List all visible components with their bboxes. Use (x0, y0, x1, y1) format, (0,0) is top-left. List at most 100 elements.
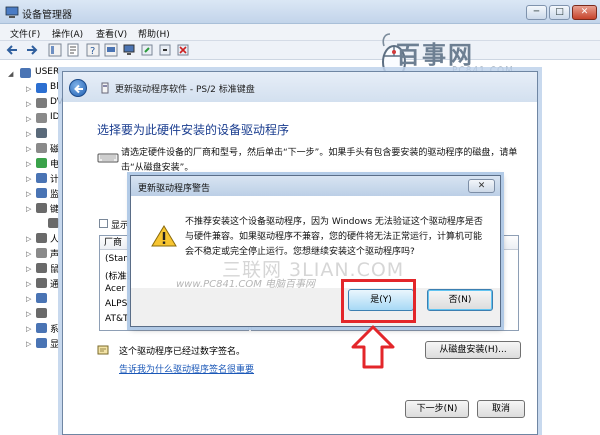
forward-arrow-icon[interactable] (24, 43, 38, 57)
sound-icon (36, 248, 47, 258)
tree-item-label: 监 (50, 190, 60, 200)
usb-icon (36, 278, 47, 288)
tree-item-label: 电 (50, 160, 60, 170)
expand-icon[interactable]: ▷ (26, 190, 31, 198)
warning-icon (151, 225, 177, 247)
expand-icon[interactable]: ▷ (26, 175, 31, 183)
manufacturer-item[interactable]: AT&T (105, 314, 128, 324)
wizard-header: 更新驱动程序软件 - PS/2 标准键盘 (63, 72, 537, 102)
disk-drive-icon (36, 143, 47, 153)
tree-item-label: 显 (50, 340, 60, 350)
battery-icon (36, 158, 47, 168)
expand-icon[interactable]: ▷ (26, 85, 31, 93)
wizard-instruction: 请选定硬件设备的厂商和型号，然后单击“下一步”。如果手头有包含要安装的驱动程序的… (121, 148, 518, 173)
expand-icon[interactable]: ▷ (26, 205, 31, 213)
mouse-icon (36, 263, 47, 273)
tree-view-icon[interactable] (48, 43, 62, 57)
system-device-icon (36, 323, 47, 333)
expand-icon[interactable]: ▷ (26, 145, 31, 153)
svg-text:?: ? (90, 46, 95, 57)
expand-icon[interactable]: ▷ (26, 265, 31, 273)
tree-item-label: 通 (50, 280, 60, 290)
tree-item-label: DV (50, 97, 63, 107)
display-adapter-icon (36, 338, 47, 348)
menu-bar: 文件(F) 操作(A) 查看(V) 帮助(H) (0, 24, 600, 41)
manufacturer-item[interactable]: Acer (105, 284, 125, 294)
highlight-box (341, 279, 416, 323)
watermark-brand: 百事网 (396, 40, 474, 69)
wizard-title: 更新驱动程序软件 - PS/2 标准键盘 (115, 85, 255, 95)
dvd-drive-icon (36, 98, 47, 108)
toolbar: ? (0, 41, 600, 60)
dialog-close-button[interactable]: ✕ (468, 179, 495, 193)
tree-item-label: 键 (50, 205, 60, 215)
why-signing-important-link[interactable]: 告诉我为什么驱动程序签名很重要 (119, 362, 254, 375)
keyboard-icon (36, 203, 47, 213)
scan-hardware-icon[interactable] (104, 43, 118, 57)
device-icon (101, 82, 109, 94)
tree-item-label: 声 (50, 250, 60, 260)
dialog-message: 不推荐安装这个设备驱动程序，因为 Windows 无法验证这个驱动程序是否与硬件… (185, 217, 483, 257)
no-button[interactable]: 否(N) (427, 289, 493, 311)
tree-item-label: 磁 (50, 145, 60, 155)
signed-driver-text: 这个驱动程序已经过数字签名。 (119, 347, 246, 357)
device-manager-title: 设备管理器 (22, 10, 72, 21)
uninstall-device-icon[interactable] (176, 43, 190, 57)
hid-icon (36, 233, 47, 243)
menu-file[interactable]: 文件(F) (10, 27, 40, 40)
menu-view[interactable]: 查看(V) (96, 27, 127, 40)
monitor-icon (36, 188, 47, 198)
driver-warning-dialog: 更新驱动程序警告 ✕ 不推荐安装这个设备驱动程序，因为 Windows 无法验证… (130, 175, 501, 327)
help-icon[interactable]: ? (86, 43, 100, 57)
dialog-title: 更新驱动程序警告 (138, 184, 211, 194)
expand-icon[interactable]: ▷ (26, 130, 31, 138)
next-button[interactable]: 下一步(N) (405, 400, 469, 418)
manufacturer-item[interactable]: ALPS (105, 299, 127, 309)
show-compatible-label: 显示 (111, 221, 130, 231)
watermark-pc841: www.PC841.COM 电脑百事网 (176, 279, 316, 290)
expand-icon[interactable]: ▷ (26, 280, 31, 288)
menu-action[interactable]: 操作(A) (52, 27, 83, 40)
update-driver-icon[interactable] (140, 43, 154, 57)
back-button[interactable] (69, 79, 87, 97)
expand-icon[interactable]: ▷ (26, 325, 31, 333)
tree-item-label: ID (50, 112, 60, 122)
back-arrow-icon (74, 84, 83, 94)
expand-icon[interactable]: ▷ (26, 115, 31, 123)
cancel-button[interactable]: 取消 (477, 400, 525, 418)
expand-icon[interactable]: ▷ (26, 100, 31, 108)
expand-icon[interactable]: ▷ (26, 235, 31, 243)
maximize-button[interactable]: □ (549, 5, 570, 20)
tree-item-label: 鼠 (50, 265, 60, 275)
tree-item-label: 人 (50, 235, 60, 245)
device-manager-titlebar: 设备管理器 ─ □ ✕ (0, 0, 600, 24)
have-disk-button[interactable]: 从磁盘安装(H)... (425, 341, 521, 359)
computer-icon[interactable] (122, 43, 136, 57)
close-button[interactable]: ✕ (572, 5, 597, 20)
keyboard-icon (97, 153, 119, 163)
show-compatible-checkbox[interactable] (99, 219, 108, 228)
disable-device-icon[interactable] (158, 43, 172, 57)
signed-driver-icon (97, 345, 109, 355)
wizard-heading: 选择要为此硬件安装的设备驱动程序 (97, 123, 290, 137)
tree-item-label: 系 (50, 325, 60, 335)
expand-icon[interactable]: ▷ (26, 340, 31, 348)
expand-icon[interactable]: ▷ (26, 295, 31, 303)
computer-icon (36, 173, 47, 183)
network-adapter-icon (36, 293, 47, 303)
ide-controller-icon (36, 113, 47, 123)
tree-root-label: USER (35, 67, 60, 77)
dialog-titlebar: 更新驱动程序警告 ✕ (131, 176, 500, 196)
menu-help[interactable]: 帮助(H) (138, 27, 170, 40)
ps2-keyboard-device-icon (48, 218, 59, 228)
back-arrow-icon[interactable] (6, 43, 20, 57)
tree-item-label: Bl (50, 82, 59, 92)
expand-icon[interactable]: ▷ (26, 250, 31, 258)
minimize-button[interactable]: ─ (526, 5, 547, 20)
expand-icon[interactable]: ▷ (26, 160, 31, 168)
bluetooth-icon (36, 83, 47, 93)
expand-icon[interactable]: ▷ (26, 310, 31, 318)
collapse-icon[interactable]: ◢ (8, 70, 13, 78)
properties-icon[interactable] (66, 43, 80, 57)
device-manager-icon (5, 6, 19, 18)
